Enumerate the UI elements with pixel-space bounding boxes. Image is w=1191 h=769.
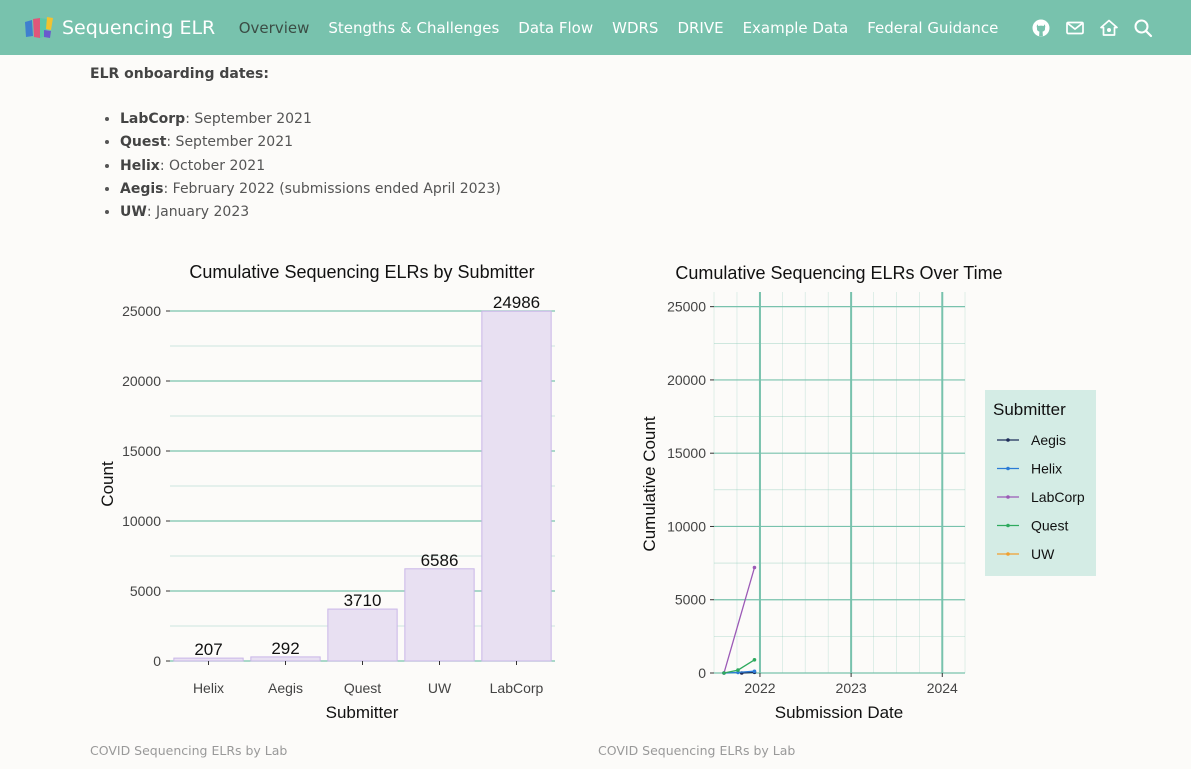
series-line-labcorp [723,567,756,674]
bar-quest [327,608,398,662]
line-chart-y-axis: 0 5000 10000 15000 20000 25000 [667,299,714,681]
x-tick-label: 2023 [836,680,867,696]
bar-chart-x-axis: Helix Aegis Quest UW LabCorp [193,661,544,696]
bar-chart-bars: 207 292 3710 6586 24986 [173,293,552,662]
series-point-quest [752,658,757,662]
mail-icon[interactable] [1065,18,1085,38]
lab-name: LabCorp [120,111,186,127]
line-chart-grid [713,292,966,674]
x-axis-label: Submitter [326,703,399,722]
onboarding-list: LabCorp: September 2021 Quest: September… [90,108,1090,224]
list-item: UW: January 2023 [120,201,1090,224]
list-item: Helix: October 2021 [120,155,1090,178]
x-tick-label: UW [428,680,452,696]
list-item: Aegis: February 2022 (submissions ended … [120,178,1090,201]
legend-label: UW [1031,546,1055,562]
y-tick-label: 5000 [130,583,161,599]
nav-link-data-flow[interactable]: Data Flow [509,19,603,37]
legend-swatch-point [1006,523,1010,528]
line-chart-x-axis: 2022 2023 2024 [744,673,958,696]
y-tick-label: 15000 [122,443,161,459]
y-tick-label: 0 [153,653,161,669]
brand[interactable]: Sequencing ELR [24,16,215,40]
y-tick-label: 25000 [122,303,161,319]
line-chart-series [722,565,757,675]
lab-name: UW [120,204,147,221]
data-label: 24986 [493,293,540,312]
y-tick-label: 25000 [667,299,706,315]
series-point-helix [752,669,757,674]
brand-title[interactable]: Sequencing ELR [62,17,215,39]
data-label: 207 [194,640,222,659]
bar-uw [404,568,475,662]
legend-label: LabCorp [1031,489,1085,505]
x-tick-label: Helix [193,680,224,696]
data-label: 6586 [421,551,459,570]
nav-icons [1024,18,1160,38]
navbar: Sequencing ELR Overview Stengths & Chall… [0,0,1191,55]
onboard-date: : January 2023 [146,204,250,221]
y-tick-label: 0 [698,665,706,681]
nav-link-overview[interactable]: Overview [229,19,319,37]
nav-link-federal-guidance[interactable]: Federal Guidance [858,19,1008,37]
y-tick-label: 5000 [675,592,706,608]
lab-name: Helix [120,157,160,174]
y-tick-label: 10000 [667,518,706,534]
bar-chart-y-axis: 0 5000 10000 15000 20000 25000 [122,303,170,669]
nav-link-strengths-challenges[interactable]: Stengths & Challenges [319,19,509,37]
chart-title: Cumulative Sequencing ELRs Over Time [675,263,1002,283]
search-icon[interactable] [1133,18,1153,38]
brand-logo-icon [25,16,53,38]
legend-swatch-point [1006,552,1010,556]
legend-label: Aegis [1031,432,1066,448]
onboarding-heading: ELR onboarding dates: [90,66,269,82]
legend-label: Helix [1031,461,1062,477]
lab-name: Quest [120,134,167,151]
github-icon[interactable] [1031,18,1051,38]
series-point-labcorp [752,565,757,570]
y-tick-label: 15000 [667,445,706,461]
y-tick-label: 20000 [122,373,161,389]
nav-link-example-data[interactable]: Example Data [733,19,858,37]
bar-chart: Cumulative Sequencing ELRs by Submitter … [98,262,555,722]
chart-title: Cumulative Sequencing ELRs by Submitter [189,262,534,282]
y-tick-label: 20000 [667,372,706,388]
list-item: Quest: September 2021 [120,131,1090,154]
series-point-quest [736,668,740,672]
series-point-quest [722,671,726,675]
onboard-date: : September 2021 [185,111,312,127]
onboard-date: : February 2022 (submissions ended April… [163,180,501,197]
x-tick-label: Quest [344,680,381,696]
onboarding-section: ELR onboarding dates: LabCorp: September… [90,66,1090,224]
x-tick-label: 2024 [927,680,958,696]
nav-links: Overview Stengths & Challenges Data Flow… [229,19,1008,37]
list-item: LabCorp: September 2021 [120,108,1090,131]
home-icon[interactable] [1099,18,1119,38]
data-label: 3710 [344,591,382,610]
legend-swatch-point [1006,438,1010,442]
y-axis-label: Count [98,461,117,507]
legend-label: Quest [1031,518,1068,534]
x-tick-label: LabCorp [490,680,544,696]
caption-left: COVID Sequencing ELRs by Lab [90,743,288,758]
onboard-date: : September 2021 [166,134,294,151]
y-tick-label: 10000 [122,513,161,529]
legend-swatch-point [1006,466,1010,471]
data-label: 292 [271,639,299,658]
x-tick-label: 2022 [744,680,775,696]
nav-link-drive[interactable]: DRIVE [668,19,733,37]
caption-right: COVID Sequencing ELRs by Lab [598,743,796,758]
nav-link-wdrs[interactable]: WDRS [603,19,668,37]
bar-labcorp [481,310,552,662]
legend: Submitter Aegis Helix LabCorp Quest UW [985,390,1096,576]
onboard-date: : October 2021 [159,157,266,174]
legend-title: Submitter [993,400,1066,419]
lab-name: Aegis [120,180,164,197]
x-tick-label: Aegis [268,680,303,696]
line-chart: Cumulative Sequencing ELRs Over Time 0 50… [640,263,1096,722]
x-axis-label: Submission Date [775,703,904,722]
y-axis-label: Cumulative Count [640,416,659,551]
legend-swatch-point [1006,495,1010,499]
